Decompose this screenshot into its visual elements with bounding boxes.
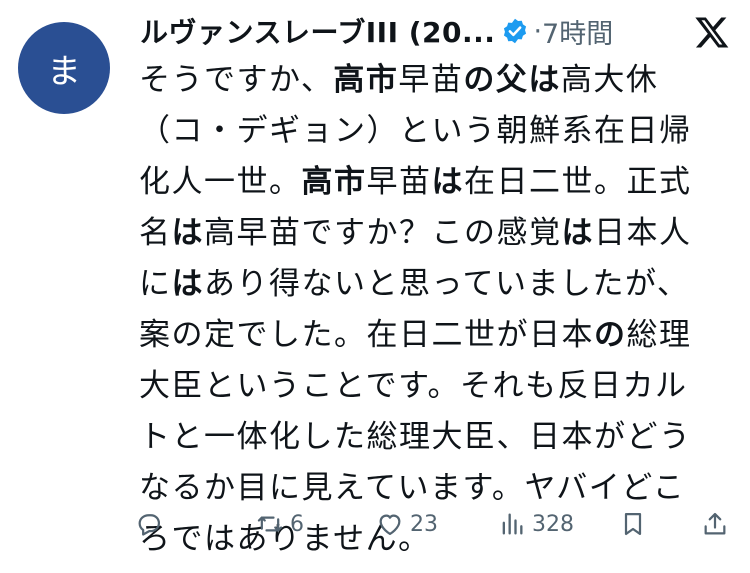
text-segment: 早苗 — [398, 62, 464, 98]
bookmark-button[interactable] — [619, 504, 647, 544]
views-count: 328 — [532, 511, 574, 537]
avatar-glyph: ま — [47, 51, 81, 92]
text-segment-bold: の父は — [463, 62, 561, 98]
views-button[interactable]: 328 — [498, 504, 574, 544]
reply-icon — [138, 514, 161, 536]
header-separator: · — [533, 15, 543, 47]
x-logo-icon — [695, 17, 729, 48]
text-segment-bold: は — [561, 215, 594, 251]
share-icon — [704, 512, 726, 535]
text-segment-bold: は — [171, 215, 204, 251]
post-header: ルヴァンスレーブIII (20... · 7時間 — [140, 9, 700, 53]
text-segment-bold: は — [171, 266, 204, 302]
views-chart-icon — [502, 513, 523, 535]
like-count: 23 — [410, 511, 438, 537]
display-name[interactable]: ルヴァンスレーブIII (20... — [140, 11, 495, 51]
like-button[interactable]: 23 — [376, 504, 438, 544]
text-segment-bold: の — [594, 317, 627, 353]
text-segment: 高早苗ですか？この感覚 — [204, 215, 562, 251]
text-segment-bold: 高市 — [333, 62, 399, 98]
text-segment-bold: は — [431, 164, 464, 200]
verified-badge-icon — [504, 18, 527, 44]
heart-icon — [379, 514, 401, 536]
avatar[interactable]: ま — [18, 22, 110, 114]
post-time[interactable]: 7時間 — [542, 12, 613, 51]
action-bar: 6 23 328 — [0, 504, 750, 544]
repost-count: 6 — [290, 511, 304, 537]
post-text: そうですか、高市早苗の父は高大休（コ・デギョン）という朝鮮系在日帰化人一世。高市… — [139, 55, 714, 565]
bookmark-icon — [624, 512, 642, 536]
text-segment: 早苗 — [366, 164, 432, 200]
repost-button[interactable]: 6 — [256, 504, 304, 544]
share-button[interactable] — [701, 504, 729, 544]
reply-button[interactable] — [135, 504, 169, 544]
text-segment: そうですか、 — [139, 62, 334, 98]
text-segment-bold: 高市 — [301, 164, 367, 200]
repost-icon — [257, 516, 283, 532]
